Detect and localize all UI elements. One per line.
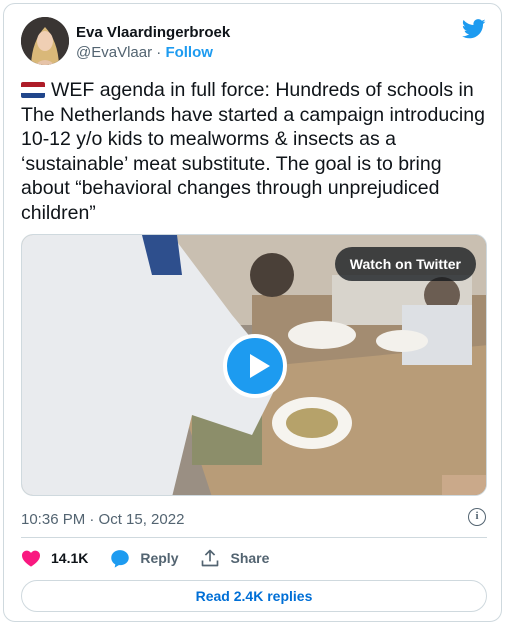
- author-handle[interactable]: @EvaVlaar: [76, 44, 152, 61]
- tweet-text: WEF agenda in full force: Hundreds of sc…: [21, 79, 491, 224]
- reply-button[interactable]: Reply: [110, 549, 178, 568]
- follow-button[interactable]: Follow: [165, 44, 213, 61]
- divider: [21, 537, 487, 538]
- like-count: 14.1K: [51, 550, 89, 566]
- twitter-bird-icon[interactable]: [462, 18, 486, 40]
- tweet-text-block: WEF agenda in full force: Hundreds of sc…: [21, 78, 487, 225]
- author-handle-row: @EvaVlaar · Follow: [76, 44, 213, 61]
- info-icon[interactable]: i: [468, 508, 486, 526]
- action-bar: 14.1K Reply Share: [21, 546, 291, 570]
- play-icon[interactable]: [223, 334, 287, 398]
- share-button[interactable]: Share: [200, 548, 269, 568]
- netherlands-flag-icon: [21, 82, 45, 98]
- share-label: Share: [230, 550, 270, 566]
- tweet-card: Eva Vlaardingerbroek @EvaVlaar · Follow …: [3, 3, 502, 622]
- like-button[interactable]: 14.1K: [21, 549, 88, 567]
- share-icon: [202, 549, 219, 567]
- read-replies-button[interactable]: Read 2.4K replies: [21, 580, 487, 612]
- separator-dot: ·: [156, 44, 162, 61]
- video-media[interactable]: Watch on Twitter: [21, 234, 487, 496]
- heart-icon: [22, 550, 40, 567]
- watch-on-twitter-button[interactable]: Watch on Twitter: [334, 247, 476, 281]
- author-name[interactable]: Eva Vlaardingerbroek: [76, 24, 230, 41]
- avatar[interactable]: [21, 17, 69, 65]
- tweet-timestamp[interactable]: 10:36 PM · Oct 15, 2022: [21, 511, 184, 528]
- reply-bubble-icon: [111, 549, 130, 568]
- reply-label: Reply: [140, 550, 179, 566]
